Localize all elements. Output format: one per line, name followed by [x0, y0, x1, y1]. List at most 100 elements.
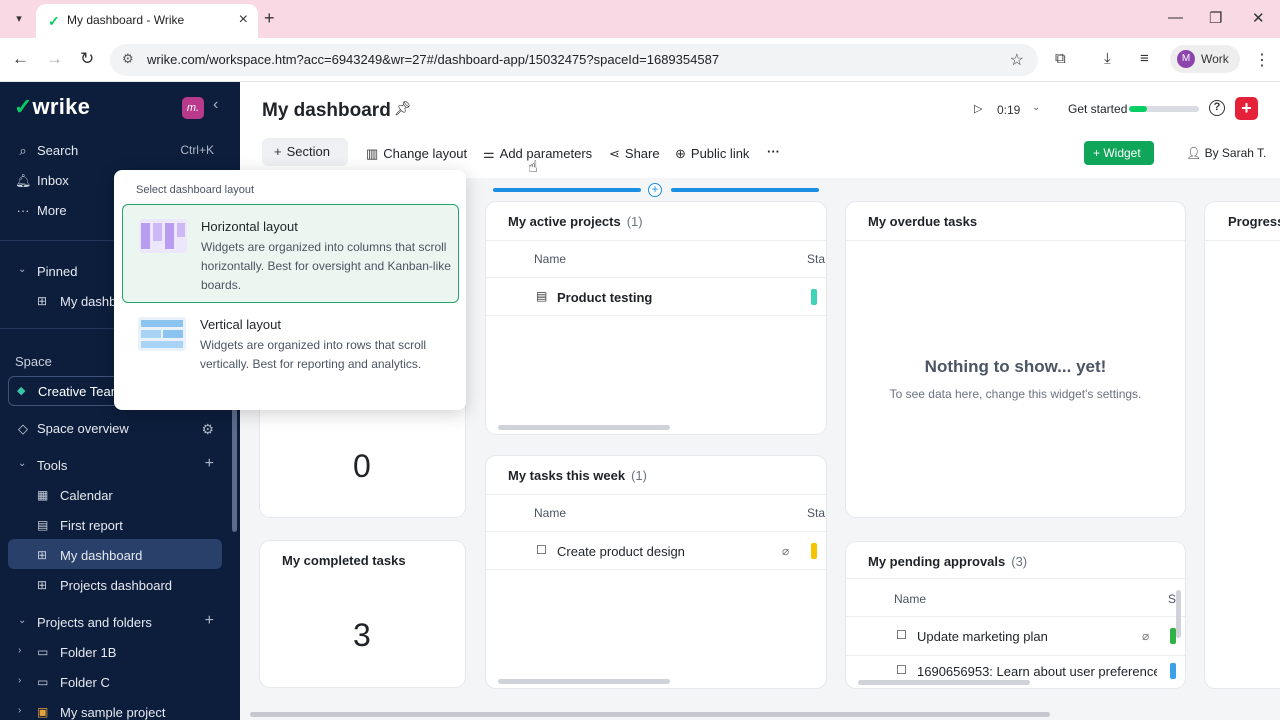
space-icon: ◆: [17, 385, 26, 397]
task-icon: ☐: [896, 628, 907, 642]
add-widget-button[interactable]: + Widget: [1084, 141, 1154, 165]
overdue-tasks-widget[interactable]: My overdue tasks Nothing to show... yet!…: [846, 202, 1185, 517]
column-header-name: Name: [534, 252, 567, 266]
widget-title: My tasks this week (1): [508, 468, 647, 483]
horizontal-scrollbar[interactable]: [498, 679, 670, 684]
minimize-icon[interactable]: —: [1168, 9, 1183, 26]
site-info-icon[interactable]: ⚙: [122, 51, 134, 67]
timer-value: 0:19: [997, 103, 1021, 117]
sidebar-tools-header[interactable]: ⌄ Tools +: [0, 452, 232, 480]
sidebar-sample-project[interactable]: › ▣ My sample project: [0, 699, 232, 720]
page-horizontal-scrollbar[interactable]: [250, 712, 1050, 717]
status-indicator: [811, 543, 817, 559]
sidebar-space-overview[interactable]: ◇ Space overview ⚙: [0, 415, 232, 443]
add-section-icon[interactable]: +: [648, 183, 662, 197]
section-divider-left: [493, 188, 641, 192]
tasks-this-week-widget[interactable]: My tasks this week (1) Name Sta ☐ Create …: [486, 456, 826, 688]
popup-heading: Select dashboard layout: [136, 184, 255, 196]
sidebar-projects-header[interactable]: ⌄ Projects and folders +: [0, 609, 232, 637]
divider: [486, 531, 826, 532]
globe-icon: ⊕: [675, 146, 686, 161]
sidebar-tool-calendar[interactable]: ▦ Calendar: [0, 482, 232, 510]
close-tab-icon[interactable]: ×: [239, 11, 248, 29]
tab-search-dropdown-icon[interactable]: ▾: [8, 8, 30, 30]
divider: [846, 655, 1185, 656]
widget-title: My overdue tasks: [868, 214, 978, 229]
browser-tab[interactable]: ✓ My dashboard - Wrike ×: [36, 4, 258, 38]
bell-icon: 🔔︎: [15, 173, 32, 188]
vertical-scrollbar[interactable]: [1176, 590, 1181, 638]
dashboard-header: My dashboard 📌︎ ▷ 0:19 ⌄ Get started ? +…: [240, 82, 1280, 178]
pending-approvals-widget[interactable]: My pending approvals (3) Name S ☐ Update …: [846, 542, 1185, 688]
horizontal-layout-option[interactable]: Horizontal layout Widgets are organized …: [122, 204, 459, 303]
create-new-button[interactable]: +: [1235, 97, 1258, 120]
sidebar-folder-1b[interactable]: › ▭ Folder 1B: [0, 639, 232, 667]
public-link-button[interactable]: ⊕ Public link: [675, 146, 749, 174]
restore-icon[interactable]: ❐: [1209, 9, 1222, 27]
sidebar-search[interactable]: ⌕ Search Ctrl+K: [0, 137, 232, 165]
progress-widget[interactable]: Progress: [1205, 202, 1280, 688]
sidebar-tool-projects-dashboard[interactable]: ⊞ Projects dashboard: [0, 572, 232, 600]
horizontal-scrollbar[interactable]: [858, 680, 1030, 685]
column-header-name: Name: [534, 506, 567, 520]
active-projects-widget[interactable]: My active projects (1) Name Sta ▤ Product…: [486, 202, 826, 434]
bookmark-star-icon[interactable]: ☆: [1010, 50, 1024, 70]
sidebar-tool-first-report[interactable]: ▤ First report: [0, 512, 232, 540]
wrike-logo[interactable]: ✓wrike: [14, 94, 90, 120]
section-divider-right: [671, 188, 819, 192]
help-icon[interactable]: ?: [1209, 100, 1225, 116]
extensions-icon[interactable]: ⧉: [1055, 50, 1066, 67]
add-project-icon[interactable]: +: [205, 612, 214, 630]
tab-title: My dashboard - Wrike: [67, 13, 185, 27]
overview-icon: ◇: [18, 421, 28, 436]
gear-icon[interactable]: ⚙: [201, 421, 214, 438]
window-close-icon[interactable]: ✕: [1252, 9, 1265, 27]
horizontal-scrollbar[interactable]: [498, 425, 670, 430]
profile-button[interactable]: M Work: [1170, 45, 1240, 73]
share-icon: ⋖: [609, 146, 620, 161]
add-section-button[interactable]: + Section: [262, 138, 348, 166]
mouse-pointer-icon: ☝︎: [528, 159, 538, 176]
folder-icon: ▭: [37, 675, 49, 689]
completed-tasks-widget[interactable]: My completed tasks 3: [260, 541, 465, 687]
reload-icon[interactable]: ↻: [80, 49, 94, 69]
address-bar[interactable]: ⚙ wrike.com/workspace.htm?acc=6943249&wr…: [110, 44, 1038, 76]
sidebar-tool-my-dashboard[interactable]: ⊞ My dashboard: [0, 542, 232, 570]
vertical-layout-icon: [138, 317, 186, 351]
new-tab-icon[interactable]: +: [264, 8, 275, 28]
add-tool-icon[interactable]: +: [205, 455, 214, 473]
sidebar-folder-c[interactable]: › ▭ Folder C: [0, 669, 232, 697]
more-options-button[interactable]: ···: [767, 144, 780, 172]
share-button[interactable]: ⋖ Share: [609, 146, 660, 174]
column-header-status: Sta: [807, 252, 826, 266]
back-icon[interactable]: ←: [12, 49, 29, 69]
forward-icon[interactable]: →: [46, 49, 63, 69]
dashboard-icon: ⊞: [37, 578, 48, 592]
get-started-link[interactable]: Get started: [1068, 102, 1127, 116]
chevron-right-icon: ›: [18, 705, 22, 716]
progress-fill: [1129, 106, 1147, 112]
project-icon: ▤: [536, 289, 548, 303]
option-title: Horizontal layout: [201, 219, 298, 234]
downloads-icon[interactable]: ⤓: [1104, 50, 1111, 67]
pin-icon[interactable]: 📌︎: [394, 100, 412, 117]
divider: [486, 240, 826, 241]
vertical-layout-option[interactable]: Vertical layout Widgets are organized in…: [122, 303, 459, 402]
timer-control[interactable]: ▷ 0:19 ⌄: [970, 100, 1050, 122]
task-icon: ☐: [536, 543, 547, 557]
attachment-icon: ⌀: [1142, 629, 1150, 643]
empty-state-title: Nothing to show... yet!: [924, 357, 1107, 376]
media-control-icon[interactable]: ≡: [1140, 50, 1149, 67]
more-dots-icon: ···: [16, 203, 30, 218]
option-description: Widgets are organized into columns that …: [201, 240, 451, 292]
owner-filter[interactable]: 👤︎ By Sarah T.: [1186, 146, 1266, 160]
user-icon: 👤︎: [1186, 146, 1205, 160]
chevron-down-icon: ⌄: [18, 264, 27, 275]
browser-menu-icon[interactable]: ⋮: [1254, 50, 1270, 70]
chevron-down-icon[interactable]: ⌄: [1032, 102, 1040, 113]
workspace-badge[interactable]: m.: [182, 97, 204, 119]
play-icon[interactable]: ▷: [974, 102, 982, 115]
widget-title: My completed tasks: [282, 553, 406, 568]
collapse-sidebar-icon[interactable]: ‹: [213, 96, 218, 114]
search-shortcut: Ctrl+K: [180, 143, 214, 157]
